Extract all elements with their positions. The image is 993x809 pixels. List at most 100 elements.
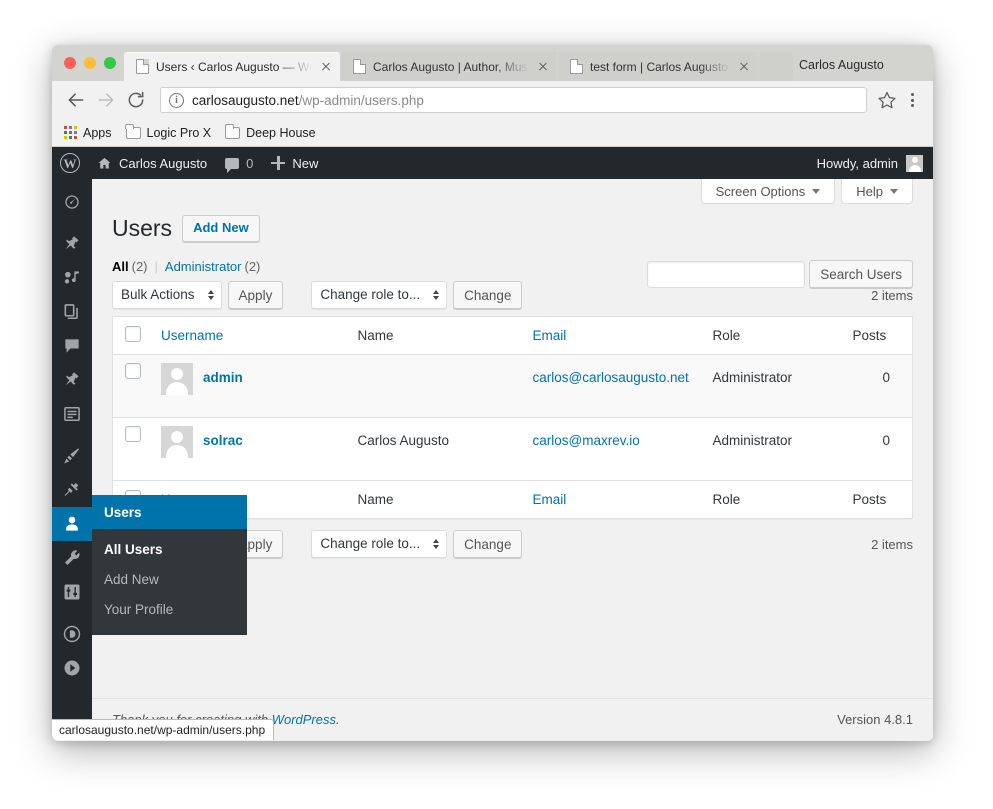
filter-administrator[interactable]: Administrator (2) — [165, 259, 260, 274]
filter-all[interactable]: All (2) | — [112, 259, 165, 274]
cell-posts: 0 — [842, 354, 913, 418]
change-role-button-top[interactable]: Change — [453, 281, 523, 309]
adminbar-comments[interactable]: 0 — [216, 147, 262, 179]
sidebar-item-comments[interactable] — [52, 329, 92, 363]
sidebar-item-posts[interactable] — [52, 227, 92, 261]
close-window-button[interactable] — [64, 57, 76, 69]
folder-icon — [125, 123, 141, 139]
info-icon[interactable]: i — [169, 92, 184, 108]
adminbar-account[interactable]: Howdy, admin — [816, 154, 933, 172]
username-link[interactable]: solrac — [203, 426, 243, 448]
browser-window: Users ‹ Carlos Augusto — Wo Carlos Augus… — [52, 45, 933, 741]
wp-logo-menu[interactable]: W — [52, 147, 88, 179]
sidebar-item-portfolio[interactable] — [52, 363, 92, 397]
media-music-icon — [62, 268, 82, 288]
wordpress-link[interactable]: WordPress — [272, 712, 336, 727]
cell-email: carlos@maxrev.io — [522, 417, 703, 481]
sidebar-item-forms[interactable] — [52, 397, 92, 431]
bookmark-logic-pro-x[interactable]: Logic Pro X — [125, 123, 211, 140]
sidebar-item-settings[interactable] — [52, 575, 92, 609]
filter-all-link[interactable]: All — [112, 259, 129, 274]
bookmark-star-icon[interactable] — [875, 88, 899, 112]
sort-email-link-bottom[interactable]: Email — [533, 492, 567, 507]
comments-count: 0 — [246, 155, 254, 171]
column-footer-posts: Posts — [842, 480, 913, 519]
sidebar-item-users[interactable] — [52, 507, 92, 541]
column-footer-email: Email — [522, 480, 703, 519]
apply-bulk-action-button-top[interactable]: Apply — [227, 281, 284, 309]
sliders-icon — [62, 582, 82, 602]
change-role-select-top[interactable]: Change role to... — [311, 281, 448, 309]
wp-content-area: Screen Options Help Users Add New All (2… — [92, 179, 933, 740]
back-arrow-icon[interactable] — [62, 86, 90, 114]
address-bar[interactable]: i carlosaugusto.net/wp-admin/users.php — [160, 87, 867, 113]
avatar — [906, 154, 923, 172]
wrench-icon — [62, 548, 82, 568]
username-link[interactable]: admin — [203, 363, 243, 385]
close-tab-icon[interactable] — [318, 59, 334, 75]
sidebar-item-users-label-flyout[interactable]: Users — [92, 495, 247, 529]
window-traffic-lights — [60, 45, 124, 81]
submenu-item-your-profile[interactable]: Your Profile — [92, 595, 247, 625]
bookmark-label: Deep House — [246, 125, 316, 140]
site-name-label: Carlos Augusto — [119, 155, 208, 171]
browser-tab-title: Users ‹ Carlos Augusto — Wo — [156, 59, 312, 74]
sidebar-item-pages[interactable] — [52, 295, 92, 329]
reload-icon[interactable] — [122, 86, 150, 114]
close-tab-icon[interactable] — [535, 59, 551, 75]
sidebar-item-media[interactable] — [52, 261, 92, 295]
maximize-window-button[interactable] — [104, 57, 116, 69]
adminbar-site-name[interactable]: Carlos Augusto — [88, 147, 216, 179]
sidebar-item-appearance[interactable] — [52, 439, 92, 473]
change-role-select-bottom[interactable]: Change role to... — [311, 530, 448, 558]
folder-icon — [224, 123, 241, 139]
page-favicon-icon — [353, 59, 366, 74]
filter-administrator-link[interactable]: Administrator — [165, 259, 242, 274]
link-status-bubble: carlosaugusto.net/wp-admin/users.php — [52, 719, 275, 740]
new-tab-button[interactable] — [759, 52, 793, 81]
browser-tab-1[interactable]: Users ‹ Carlos Augusto — Wo — [124, 52, 340, 81]
select-all-checkbox-top[interactable] — [125, 326, 141, 342]
table-row[interactable]: admin carlos@carlosaugusto.net Administr… — [112, 354, 913, 418]
bookmark-apps[interactable]: Apps — [64, 126, 112, 140]
pushpin-icon — [62, 370, 82, 390]
submenu-item-all-users[interactable]: All Users — [92, 535, 247, 565]
filter-administrator-count: (2) — [244, 259, 261, 274]
column-footer-name: Name — [347, 480, 523, 519]
minimize-window-button[interactable] — [84, 57, 96, 69]
help-button[interactable]: Help — [841, 179, 913, 204]
adminbar-new-content[interactable]: New — [262, 147, 327, 179]
browser-tab-3[interactable]: test form | Carlos Augusto — [558, 52, 758, 81]
email-link[interactable]: carlos@maxrev.io — [533, 433, 640, 448]
change-role-button-bottom[interactable]: Change — [453, 530, 523, 558]
sidebar-item-tools[interactable] — [52, 541, 92, 575]
close-tab-icon[interactable] — [736, 59, 752, 75]
row-checkbox[interactable] — [125, 426, 141, 442]
bulk-actions-select-top[interactable]: Bulk Actions — [112, 281, 222, 309]
comment-bubble-icon — [225, 157, 240, 173]
row-checkbox[interactable] — [125, 363, 141, 379]
sidebar-item-divi[interactable] — [52, 617, 92, 651]
screen-options-label: Screen Options — [715, 183, 806, 199]
browser-menu-icon[interactable] — [901, 87, 923, 113]
sidebar-item-dashboard[interactable] — [52, 185, 92, 219]
table-row[interactable]: solrac Carlos Augusto carlos@maxrev.io A… — [112, 417, 913, 481]
howdy-label: Howdy, admin — [816, 155, 898, 171]
sidebar-item-collapse-menu[interactable] — [52, 651, 92, 685]
home-icon — [97, 156, 112, 170]
column-header-posts: Posts — [842, 316, 913, 355]
wordpress-logo-icon: W — [60, 153, 80, 173]
wp-version: Version 4.8.1 — [837, 712, 913, 727]
browser-tab-2[interactable]: Carlos Augusto | Author, Mus — [341, 52, 557, 81]
sidebar-item-plugins[interactable] — [52, 473, 92, 507]
select-arrows-icon — [207, 290, 214, 300]
submenu-item-add-new[interactable]: Add New — [92, 565, 247, 595]
sort-email-link[interactable]: Email — [533, 328, 567, 343]
bookmark-deep-house[interactable]: Deep House — [224, 123, 316, 140]
comment-bubble-icon — [62, 336, 82, 356]
bookmark-label: Apps — [83, 125, 112, 140]
screen-options-button[interactable]: Screen Options — [700, 179, 836, 204]
sort-username-link[interactable]: Username — [161, 328, 223, 343]
email-link[interactable]: carlos@carlosaugusto.net — [533, 370, 689, 385]
add-new-user-button[interactable]: Add New — [182, 215, 260, 242]
